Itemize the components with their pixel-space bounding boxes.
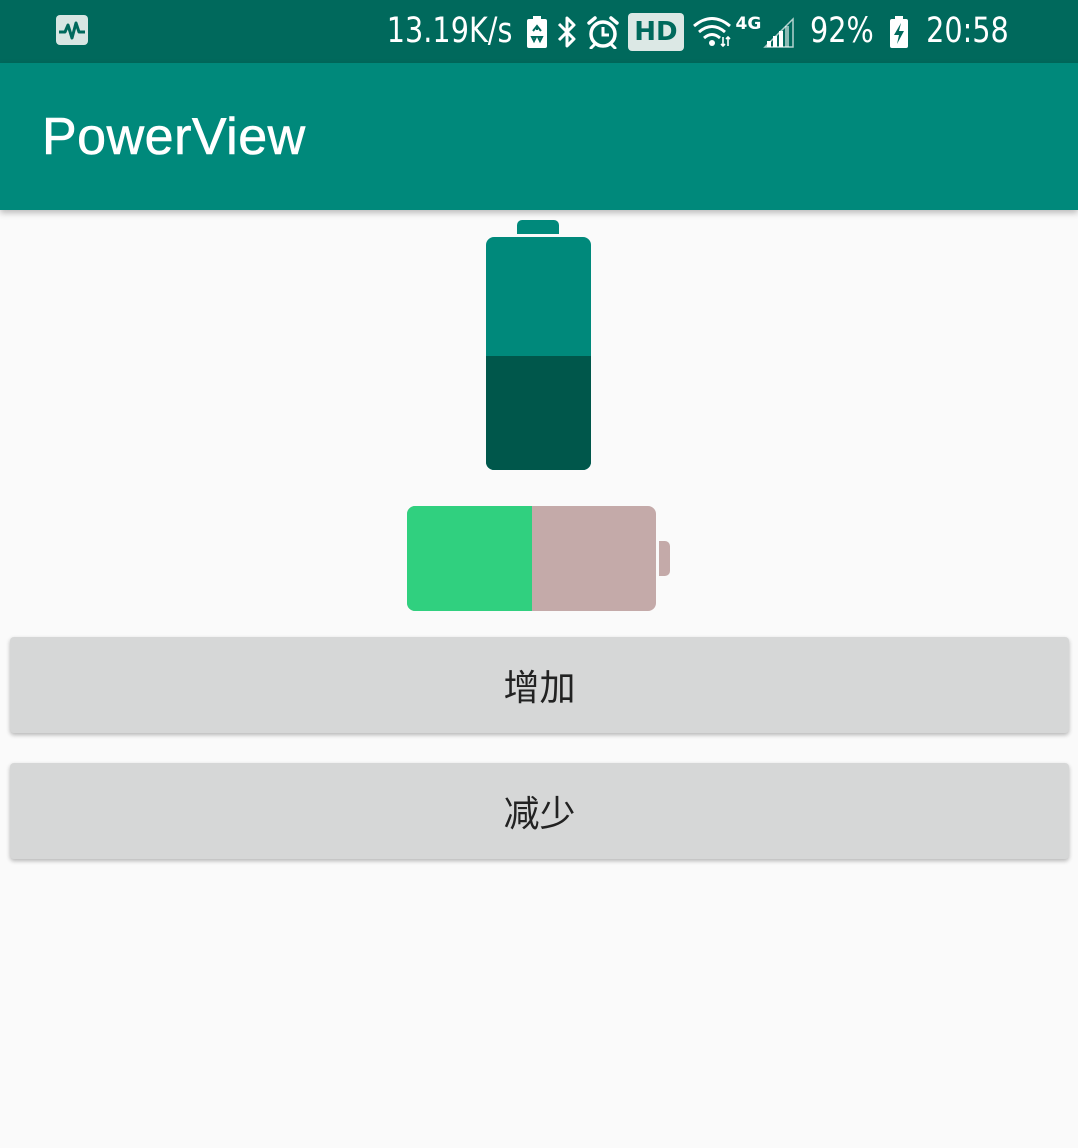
- bluetooth-icon: [558, 16, 576, 47]
- hd-voice-badge: HD: [628, 12, 684, 51]
- clock-time-text: 20:58: [926, 11, 1009, 51]
- battery-saver-icon: [527, 15, 548, 48]
- horizontal-battery-view: [407, 506, 670, 611]
- activity-monitor-icon: [56, 15, 88, 45]
- status-bar: 13.19K/s HD 4G 92% 20:58: [0, 0, 1078, 63]
- wifi-icon: [692, 16, 731, 47]
- network-type-label: 4G: [735, 14, 762, 34]
- vertical-battery-level-fill: [486, 355, 591, 470]
- net-speed-text: 13.19K/s: [386, 11, 513, 51]
- decrease-button[interactable]: 减少: [10, 763, 1069, 859]
- increase-button-label: 增加: [503, 668, 576, 709]
- vertical-battery-view: [486, 220, 591, 470]
- vertical-battery-cap: [517, 220, 559, 234]
- vertical-battery-body: [486, 237, 591, 470]
- battery-charging-icon: [890, 15, 909, 48]
- status-icons: 13.19K/s HD 4G 92% 20:58: [373, 0, 1018, 63]
- increase-button[interactable]: 增加: [10, 637, 1069, 733]
- horizontal-battery-level-fill: [407, 506, 532, 611]
- cell-signal-icon: [763, 16, 795, 48]
- alarm-clock-icon: [587, 15, 619, 49]
- horizontal-battery-body: [407, 506, 656, 611]
- app-bar: PowerView: [0, 63, 1078, 210]
- decrease-button-label: 减少: [503, 794, 576, 835]
- horizontal-battery-cap: [659, 541, 670, 576]
- app-title: PowerView: [42, 108, 306, 167]
- battery-percent-text: 92%: [810, 11, 875, 51]
